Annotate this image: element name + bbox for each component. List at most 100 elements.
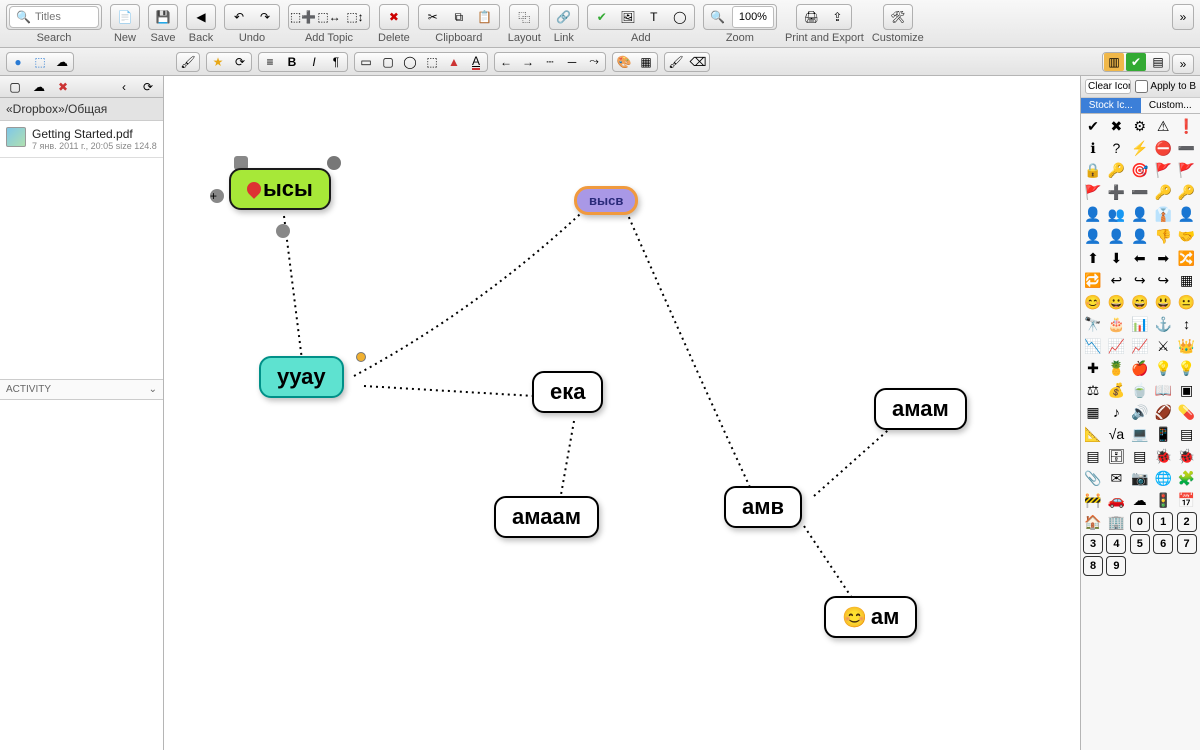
icon-cell-number[interactable]: 2: [1177, 512, 1197, 532]
icon-cell[interactable]: 👎: [1153, 226, 1173, 246]
secondary-toolbar-overflow[interactable]: »: [1172, 54, 1194, 74]
icon-cell[interactable]: ⚠: [1153, 116, 1173, 136]
layout-button[interactable]: ⿻: [512, 6, 536, 28]
icon-cell[interactable]: 📊: [1130, 314, 1150, 334]
arrow-right-button[interactable]: →: [518, 53, 538, 71]
customize-button[interactable]: 🛠: [886, 6, 910, 28]
zoom-fit-button[interactable]: 🔍: [706, 6, 730, 28]
panel-toggle-3[interactable]: ▤: [1148, 53, 1168, 71]
node-amam[interactable]: амам: [874, 388, 967, 430]
activity-header[interactable]: ACTIVITY ⌄: [0, 379, 163, 400]
toolbar-overflow-button[interactable]: »: [1172, 4, 1194, 30]
shape-roundrect-button[interactable]: ▢: [378, 53, 398, 71]
apply-to-branch-checkbox[interactable]: Apply to B: [1135, 79, 1196, 94]
fill-color-button[interactable]: ▲: [444, 53, 464, 71]
bold-button[interactable]: B: [282, 53, 302, 71]
node-amv[interactable]: амв: [724, 486, 802, 528]
undo-button[interactable]: ↶: [227, 6, 251, 28]
icon-cell[interactable]: 😄: [1130, 292, 1150, 312]
icon-cell-number[interactable]: 7: [1177, 534, 1197, 554]
node-cyan[interactable]: ууау: [259, 356, 344, 398]
shape-rect-button[interactable]: ▭: [356, 53, 376, 71]
connection-point[interactable]: [356, 352, 366, 362]
icon-cell[interactable]: ↩: [1106, 270, 1126, 290]
icon-cell[interactable]: 📅: [1177, 490, 1197, 510]
refresh-button[interactable]: ⟳: [230, 53, 250, 71]
panel-toggle-2[interactable]: ✔: [1126, 53, 1146, 71]
left-tab-refresh[interactable]: ⟳: [137, 78, 159, 96]
icon-cell[interactable]: 📖: [1153, 380, 1173, 400]
icon-cell[interactable]: 👤: [1083, 226, 1103, 246]
selection-handle[interactable]: [276, 224, 290, 238]
icon-cell[interactable]: 🍎: [1130, 358, 1150, 378]
icon-cell[interactable]: ⬆: [1083, 248, 1103, 268]
icon-cell[interactable]: 💡: [1177, 358, 1197, 378]
search-box[interactable]: 🔍: [9, 6, 99, 28]
source-local-button[interactable]: ●: [8, 53, 28, 71]
icon-cell[interactable]: 📐: [1083, 424, 1103, 444]
icon-cell[interactable]: 🔁: [1083, 270, 1103, 290]
icon-cell[interactable]: 🧩: [1177, 468, 1197, 488]
icon-cell[interactable]: 🐞: [1177, 446, 1197, 466]
icon-cell[interactable]: 👤: [1177, 204, 1197, 224]
icon-cell[interactable]: 🚗: [1106, 490, 1126, 510]
icon-cell-number[interactable]: 3: [1083, 534, 1103, 554]
icon-cell[interactable]: ▣: [1177, 380, 1197, 400]
icon-cell[interactable]: ➖: [1130, 182, 1150, 202]
add-image-button[interactable]: 🖼: [616, 6, 640, 28]
tab-stock-icons[interactable]: Stock Ic...: [1081, 98, 1141, 114]
icon-cell[interactable]: ↪: [1130, 270, 1150, 290]
favorite-button[interactable]: ★: [208, 53, 228, 71]
icon-cell[interactable]: ❗: [1177, 116, 1197, 136]
save-button[interactable]: 💾: [151, 6, 175, 28]
search-input[interactable]: [35, 11, 95, 23]
add-shape-button[interactable]: ◯: [668, 6, 692, 28]
icon-cell[interactable]: 💡: [1153, 358, 1173, 378]
delete-button[interactable]: ✖: [382, 6, 406, 28]
icon-cell[interactable]: 💊: [1177, 402, 1197, 422]
add-parent-button[interactable]: ⬚↕: [343, 6, 367, 28]
breadcrumb[interactable]: «Dropbox»/Общая: [0, 98, 163, 121]
icon-cell[interactable]: 👤: [1106, 226, 1126, 246]
brush-button[interactable]: 🖌: [666, 53, 686, 71]
icon-cell[interactable]: ↪: [1153, 270, 1173, 290]
source-dropbox-button[interactable]: ⬚: [30, 53, 50, 71]
icon-cell[interactable]: 👤: [1130, 226, 1150, 246]
icon-cell[interactable]: 📈: [1106, 336, 1126, 356]
palette-button[interactable]: ▦: [636, 53, 656, 71]
icon-cell[interactable]: ⛔: [1153, 138, 1173, 158]
icon-cell[interactable]: ⚡: [1130, 138, 1150, 158]
line-dash-button[interactable]: ┄: [540, 53, 560, 71]
icon-cell[interactable]: 😃: [1153, 292, 1173, 312]
icon-cell-number[interactable]: 1: [1153, 512, 1173, 532]
icon-cell[interactable]: ▤: [1083, 446, 1103, 466]
left-tab-delete[interactable]: ✖: [52, 78, 74, 96]
add-child-button[interactable]: ⬚➕: [291, 6, 315, 28]
icon-cell[interactable]: ⬅: [1130, 248, 1150, 268]
icon-cell[interactable]: 📎: [1083, 468, 1103, 488]
icon-cell[interactable]: 👤: [1083, 204, 1103, 224]
source-cloud-button[interactable]: ☁: [52, 53, 72, 71]
icon-cell[interactable]: 🎂: [1106, 314, 1126, 334]
icon-cell[interactable]: 🚧: [1083, 490, 1103, 510]
panel-toggle-1[interactable]: ▥: [1104, 53, 1124, 71]
add-text-button[interactable]: T: [642, 6, 666, 28]
icon-cell[interactable]: 🔊: [1130, 402, 1150, 422]
icon-cell[interactable]: 🏈: [1153, 402, 1173, 422]
icon-cell[interactable]: ☁: [1130, 490, 1150, 510]
icon-cell[interactable]: 😀: [1106, 292, 1126, 312]
icon-cell[interactable]: 🚩: [1177, 160, 1197, 180]
icon-cell-number[interactable]: 0: [1130, 512, 1150, 532]
new-button[interactable]: 📄: [113, 6, 137, 28]
add-sibling-button[interactable]: ⬚↔: [317, 6, 341, 28]
icon-cell[interactable]: 📈: [1130, 336, 1150, 356]
shape-ellipse-button[interactable]: ◯: [400, 53, 420, 71]
left-tab-back[interactable]: ‹: [113, 78, 135, 96]
icon-cell[interactable]: ✚: [1083, 358, 1103, 378]
icon-cell[interactable]: 🍍: [1106, 358, 1126, 378]
icon-cell[interactable]: 🚩: [1083, 182, 1103, 202]
icon-cell[interactable]: ▦: [1083, 402, 1103, 422]
icon-cell[interactable]: 🤝: [1177, 226, 1197, 246]
node-root[interactable]: ысы: [229, 168, 331, 210]
icon-cell[interactable]: 🚩: [1153, 160, 1173, 180]
